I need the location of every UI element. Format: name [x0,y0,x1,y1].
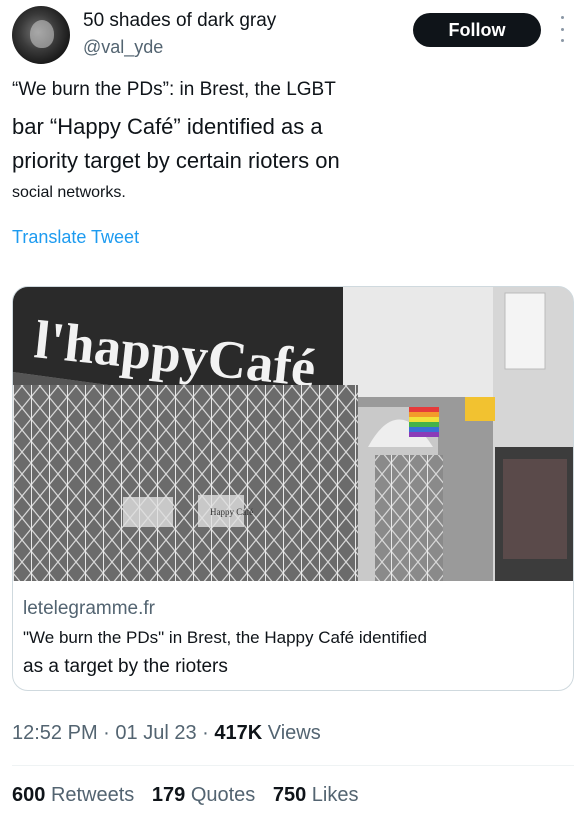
meta-separator: · [97,722,116,744]
retweets-count: 600 [12,784,46,806]
quotes-count: 179 [151,784,186,806]
follow-button[interactable]: Follow [413,13,541,47]
views-label: Views [262,722,321,744]
author-handle[interactable]: @val_yde [83,37,163,58]
engagement-stats: 600 Retweets 179 Quotes 750 Likes [12,784,371,807]
tweet-date[interactable]: 01 Jul 23 [115,722,196,744]
tweet-text-line: social networks. [12,184,126,201]
author-display-name[interactable]: 50 shades of dark gray [83,10,276,32]
quotes-stat[interactable]: 179 Quotes [152,784,255,806]
retweets-label: Retweets [50,784,135,806]
meta-separator: · [196,722,215,744]
divider [12,765,574,766]
door-sign-text: Happy Café [210,507,253,517]
card-image[interactable]: l'happyCafé Happy Café [13,287,574,581]
link-preview-card[interactable]: l'happyCafé Happy Café letelegramme.fr "… [12,286,574,691]
likes-count: 750 [272,784,307,806]
likes-label: Likes [311,784,359,806]
more-options-icon[interactable] [556,16,568,42]
translate-tweet-link[interactable]: Translate Tweet [12,227,139,248]
tweet-text-line: bar “Happy Café” identified as a [12,114,323,139]
tweet-meta: 12:52 PM · 01 Jul 23 · 417K Views [12,722,321,745]
retweets-stat[interactable]: 600 Retweets [12,784,134,806]
card-title-line: "We burn the PDs" in Brest, the Happy Ca… [23,628,427,647]
tweet-text-line: priority target by certain rioters on [12,148,340,173]
quotes-label: Quotes [190,784,256,806]
card-domain: letelegramme.fr [23,598,155,619]
avatar[interactable] [12,6,70,64]
tweet-time[interactable]: 12:52 PM [12,722,98,744]
tweet-text-line: “We burn the PDs”: in Brest, the LGBT [12,79,336,100]
views-count[interactable]: 417K [214,722,262,744]
likes-stat[interactable]: 750 Likes [273,784,359,806]
card-title-line: as a target by the rioters [23,656,228,677]
